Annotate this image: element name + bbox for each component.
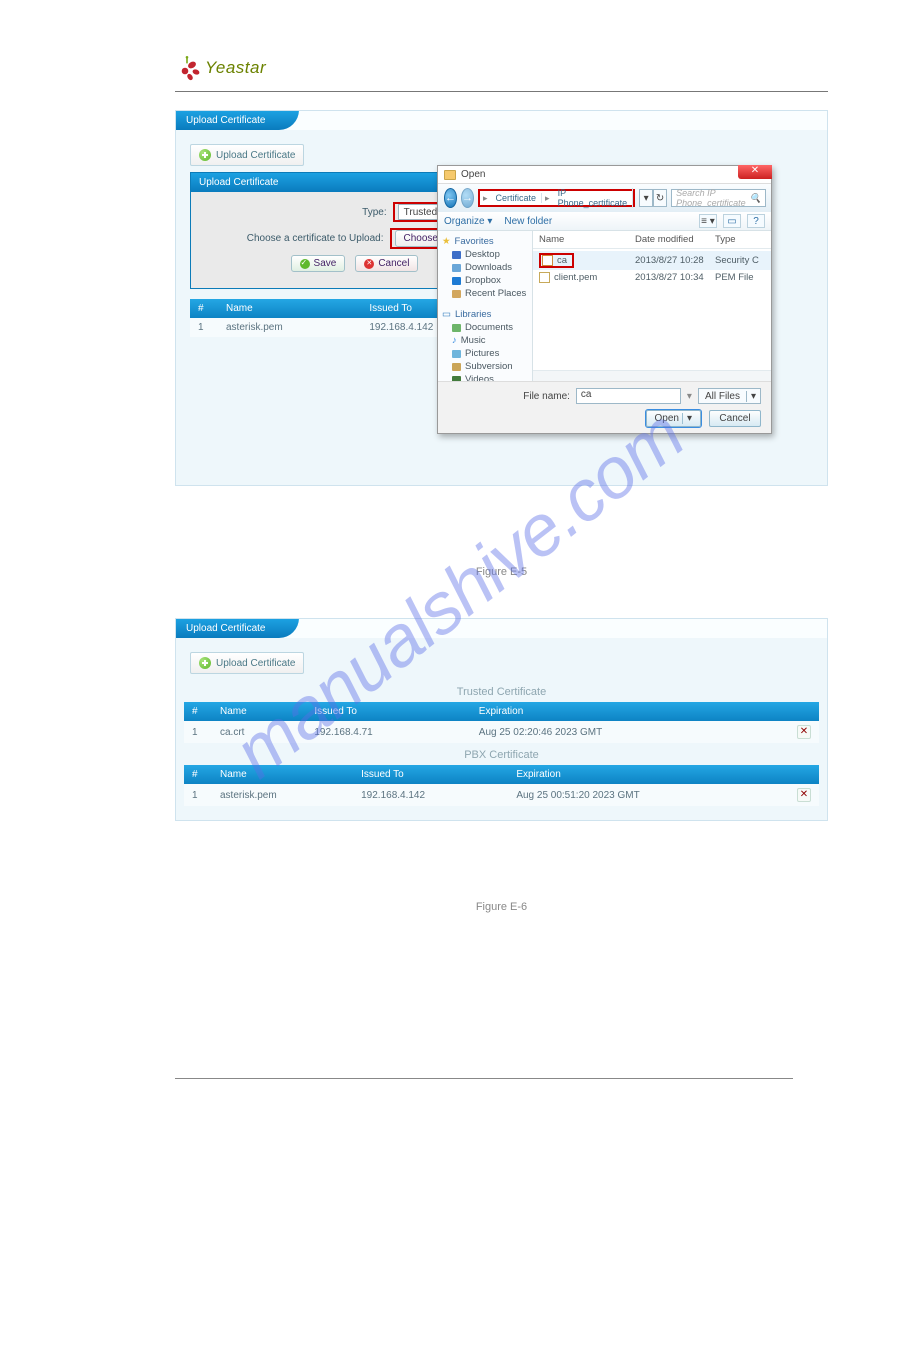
sidebar-item-dropbox[interactable]: Dropbox — [440, 274, 530, 287]
col-file-name[interactable]: Name — [539, 234, 635, 245]
col-name: Name — [218, 299, 361, 318]
brand-logo: Yeastar — [175, 55, 828, 81]
sidebar: ★Favorites Desktop Downloads Dropbox Rec… — [438, 231, 533, 381]
footer-divider — [175, 1078, 793, 1079]
panel-title: Upload Certificate — [176, 110, 299, 130]
documents-icon — [452, 324, 461, 332]
table-row: 1 asterisk.pem 192.168.4.142 Aug 25 00:5… — [184, 784, 819, 806]
delete-button[interactable]: ✕ — [797, 725, 811, 739]
star-icon: ★ — [442, 236, 451, 247]
folder-icon — [444, 170, 456, 180]
figure-1-caption: Figure E-5 — [175, 566, 828, 578]
file-name-label: File name: — [523, 391, 570, 402]
delete-button[interactable]: ✕ — [797, 788, 811, 802]
downloads-icon — [452, 264, 461, 272]
col-date-modified[interactable]: Date modified — [635, 234, 715, 245]
nav-bar: ← → ▸ Certificate ▸ IP Phone_certificate… — [438, 184, 771, 212]
sidebar-item-downloads[interactable]: Downloads — [440, 261, 530, 274]
sidebar-favorites-heading[interactable]: ★Favorites — [440, 235, 530, 248]
dialog-title: Open — [461, 169, 485, 180]
file-open-dialog: Open ✕ ← → ▸ Certificate ▸ IP Phone_cert… — [437, 165, 772, 434]
music-icon: ♪ — [452, 335, 457, 346]
table-row: 1 ca.crt 192.168.4.71 Aug 25 02:20:46 20… — [184, 721, 819, 743]
dropbox-icon — [452, 277, 461, 285]
sidebar-item-music[interactable]: ♪Music — [440, 334, 530, 347]
open-button[interactable]: Open ▾ — [646, 410, 702, 427]
col-index: # — [184, 765, 212, 784]
col-issued: Issued To — [306, 702, 470, 721]
desktop-icon — [452, 251, 461, 259]
col-index: # — [184, 702, 212, 721]
file-type-filter[interactable]: All Files ▾ — [698, 388, 761, 404]
trusted-cert-table: # Name Issued To Expiration 1 ca.crt 192… — [184, 702, 819, 743]
col-name: Name — [212, 765, 353, 784]
cancel-button[interactable]: Cancel — [355, 255, 418, 272]
upload-certificate-label: Upload Certificate — [216, 150, 295, 161]
plus-icon — [199, 657, 211, 669]
header-divider — [175, 91, 828, 92]
check-icon — [300, 259, 310, 269]
new-folder-button[interactable]: New folder — [504, 216, 552, 227]
chevron-down-icon[interactable]: ▾ — [687, 391, 692, 402]
sidebar-item-recent[interactable]: Recent Places — [440, 287, 530, 300]
save-button[interactable]: Save — [291, 255, 346, 272]
panel-title: Upload Certificate — [176, 618, 299, 638]
organize-menu[interactable]: Organize ▾ — [444, 216, 492, 227]
type-label: Type: — [362, 207, 386, 218]
videos-icon — [452, 376, 461, 382]
dropdown-history-button[interactable]: ▾ — [639, 189, 653, 207]
folder-icon — [452, 290, 461, 298]
figure-2-caption: Figure E-6 — [175, 901, 828, 913]
modal-title: Upload Certificate — [199, 177, 278, 188]
pbx-cert-table: # Name Issued To Expiration 1 asterisk.p… — [184, 765, 819, 806]
subversion-icon — [452, 363, 461, 371]
search-icon: 🔍 — [750, 193, 761, 204]
col-index: # — [190, 299, 218, 318]
scrollbar[interactable] — [533, 370, 771, 381]
col-expiration: Expiration — [508, 765, 779, 784]
figure-2-panel: Upload Certificate Upload Certificate Tr… — [175, 618, 828, 821]
col-file-type[interactable]: Type — [715, 234, 765, 245]
pbx-section-heading: PBX Certificate — [184, 743, 819, 765]
choose-file-label: Choose a certificate to Upload: — [247, 233, 384, 244]
pictures-icon — [452, 350, 461, 358]
sidebar-item-documents[interactable]: Documents — [440, 321, 530, 334]
sidebar-libraries-heading[interactable]: ▭Libraries — [440, 308, 530, 321]
upload-certificate-button[interactable]: Upload Certificate — [190, 652, 304, 674]
file-pane: Name Date modified Type ca 2013/8/27 10:… — [533, 231, 771, 381]
cancel-button[interactable]: Cancel — [709, 410, 761, 427]
breadcrumb[interactable]: ▸ Certificate ▸ IP Phone_certificate — [478, 189, 635, 207]
close-button[interactable]: ✕ — [738, 165, 772, 179]
help-button[interactable]: ? — [747, 214, 765, 228]
libraries-icon: ▭ — [442, 309, 451, 320]
search-placeholder: Search IP Phone_certificate — [676, 188, 746, 208]
certificate-file-icon — [542, 255, 553, 266]
dialog-title-bar: Open ✕ — [438, 166, 771, 184]
col-name: Name — [212, 702, 306, 721]
file-name-input[interactable]: ca — [576, 388, 681, 404]
close-icon — [364, 259, 374, 269]
search-input[interactable]: Search IP Phone_certificate 🔍 — [671, 189, 766, 207]
nav-forward-button[interactable]: → — [461, 188, 474, 208]
brand-mark-icon — [175, 55, 201, 81]
upload-certificate-button[interactable]: Upload Certificate — [190, 144, 304, 166]
nav-back-button[interactable]: ← — [444, 188, 457, 208]
upload-certificate-label: Upload Certificate — [216, 658, 295, 669]
file-icon — [539, 272, 550, 283]
toolbar: Organize ▾ New folder ≡ ▾ ▭ ? — [438, 212, 771, 231]
sidebar-item-desktop[interactable]: Desktop — [440, 248, 530, 261]
sidebar-item-pictures[interactable]: Pictures — [440, 347, 530, 360]
col-issued: Issued To — [353, 765, 508, 784]
preview-pane-button[interactable]: ▭ — [723, 214, 741, 228]
sidebar-item-videos[interactable]: Videos — [440, 373, 530, 381]
refresh-button[interactable]: ↻ — [653, 189, 667, 207]
sidebar-item-subversion[interactable]: Subversion — [440, 360, 530, 373]
col-expiration: Expiration — [471, 702, 779, 721]
plus-icon — [199, 149, 211, 161]
trusted-section-heading: Trusted Certificate — [184, 680, 819, 702]
file-row[interactable]: client.pem 2013/8/27 10:34 PEM File — [533, 270, 771, 285]
view-button[interactable]: ≡ ▾ — [699, 214, 717, 228]
brand-text: Yeastar — [205, 58, 266, 78]
file-row[interactable]: ca 2013/8/27 10:28 Security C — [533, 251, 771, 270]
